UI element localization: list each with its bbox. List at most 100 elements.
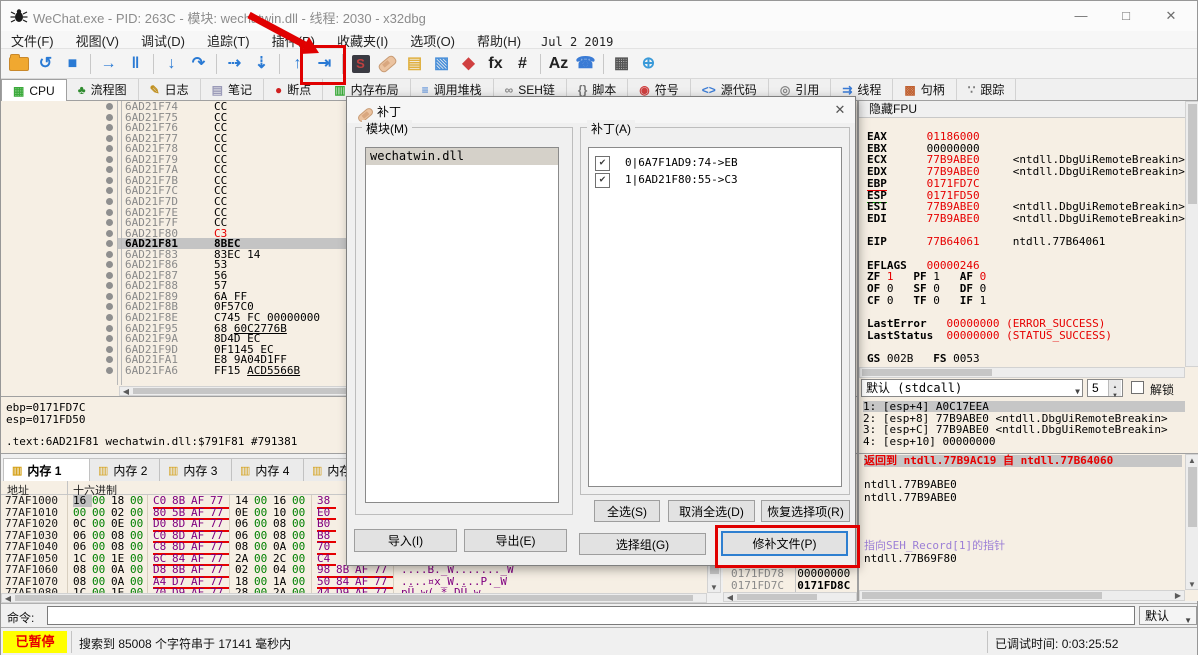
step-into-icon[interactable]: ↓ — [158, 51, 185, 77]
restore-selected-button[interactable]: 恢复选择项(R) — [761, 500, 850, 522]
labels-icon[interactable]: ▧ — [428, 51, 455, 77]
stack-info-line[interactable]: 指向SEH_Record[1]的指针 — [864, 540, 1182, 552]
patch-item[interactable]: ✔ 1|6AD21F80:55->C3 — [589, 171, 841, 188]
breakpoint-dot-icon[interactable] — [106, 314, 113, 321]
patch-checkbox[interactable]: ✔ — [595, 156, 610, 171]
tab-流程图[interactable]: ♣ 流程图 — [67, 79, 139, 100]
scroll-up-icon[interactable]: ▲ — [1187, 456, 1197, 465]
menu-item[interactable]: 选项(O) — [410, 31, 455, 50]
register-line[interactable]: ESI 77B9ABE0 <ntdll.DbgUiRemoteBreakin> — [867, 201, 1185, 212]
breakpoint-dot-icon[interactable] — [106, 113, 113, 121]
register-line[interactable]: EIP 77B64061 ntdll.77B64061 — [867, 236, 1105, 247]
step-over-icon[interactable]: ↷ — [185, 51, 212, 77]
menu-item[interactable]: 视图(V) — [76, 31, 119, 50]
select-all-button[interactable]: 全选(S) — [594, 500, 660, 522]
argument-line[interactable]: 1: [esp+4] A0C17EEA — [863, 401, 1185, 412]
breakpoint-dot-icon[interactable] — [106, 155, 113, 163]
scroll-left-icon[interactable]: ◀ — [3, 595, 13, 603]
breakpoint-dot-icon[interactable] — [106, 240, 113, 248]
register-line[interactable]: EDX 77B9ABE0 <ntdll.DbgUiRemoteBreakin> — [867, 166, 1185, 177]
stack-info-line[interactable]: ntdll.77B9ABE0 — [864, 491, 1182, 504]
spin-up-icon[interactable]: ▲ — [1108, 380, 1121, 391]
command-input[interactable] — [47, 606, 1135, 625]
patch-checkbox[interactable]: ✔ — [595, 173, 610, 188]
phone-icon[interactable]: ☎ — [572, 51, 599, 77]
scroll-down-icon[interactable]: ▼ — [1187, 580, 1197, 589]
register-line[interactable]: EAX 01186000 — [867, 131, 980, 142]
run-icon[interactable]: → — [95, 51, 122, 77]
tab-句柄[interactable]: ▩ 句柄 — [893, 79, 957, 100]
stack-info-vscrollbar[interactable]: ▲ ▼ — [1185, 454, 1198, 590]
breakpoint-dot-icon[interactable] — [106, 303, 113, 311]
register-line[interactable]: LastStatus 00000000 (STATUS_SUCCESS) — [867, 330, 1112, 341]
breakpoint-dot-icon[interactable] — [106, 271, 113, 279]
breakpoint-dot-icon[interactable] — [106, 282, 113, 290]
maximize-button[interactable]: □ — [1111, 5, 1141, 27]
breakpoint-dot-icon[interactable] — [106, 166, 113, 174]
register-line[interactable]: EFLAGS 00000246 — [867, 260, 980, 271]
deselect-all-button[interactable]: 取消全选(D) — [668, 500, 755, 522]
calculator-icon[interactable]: ▦ — [608, 51, 635, 77]
menu-item[interactable]: 文件(F) — [11, 31, 54, 50]
stack-row[interactable]: 0171FD7C 0171FD8C — [731, 580, 850, 591]
breakpoint-dot-icon[interactable] — [106, 335, 113, 343]
function-icon[interactable]: fx — [482, 51, 509, 77]
patch-item[interactable]: ✔ 0|6A7F1AD9:74->EB — [589, 154, 841, 171]
breakpoint-dot-icon[interactable] — [106, 134, 113, 142]
patch-icon[interactable] — [374, 51, 401, 77]
modules-list[interactable]: wechatwin.dll — [365, 147, 559, 503]
register-line[interactable]: GS 002B FS 0053 — [867, 353, 980, 364]
comments-icon[interactable]: ▤ — [401, 51, 428, 77]
stack-info-hscroll-thumb[interactable] — [862, 592, 1102, 599]
dialog-close-icon[interactable]: ✕ — [829, 101, 851, 119]
hide-fpu-button[interactable]: 隐藏FPU — [859, 101, 1185, 118]
minimize-button[interactable]: — — [1066, 5, 1096, 27]
stack-info-vscroll-thumb[interactable] — [1188, 467, 1197, 527]
spin-down-icon[interactable]: ▼ — [1108, 388, 1121, 399]
stack-info-line[interactable]: ntdll.77B9ABE0 — [864, 479, 1182, 491]
breakpoint-dot-icon[interactable] — [106, 366, 113, 374]
register-line[interactable]: OF 0 SF 0 DF 0 — [867, 283, 986, 294]
unlock-checkbox[interactable] — [1131, 381, 1144, 394]
register-line[interactable]: EBX 00000000 — [867, 143, 980, 154]
breakpoint-dot-icon[interactable] — [106, 176, 113, 184]
breakpoint-dot-icon[interactable] — [106, 124, 113, 132]
strings-icon[interactable]: Az — [545, 51, 572, 77]
pick-groups-button[interactable]: 选择组(G) — [579, 533, 706, 555]
breakpoint-dot-icon[interactable] — [106, 103, 113, 110]
register-line[interactable]: ESP 0171FD50 — [867, 188, 980, 203]
module-item[interactable]: wechatwin.dll — [366, 148, 558, 165]
tab-CPU[interactable]: ▦ CPU — [1, 79, 67, 103]
breakpoint-dot-icon[interactable] — [106, 324, 113, 332]
breakpoint-dot-icon[interactable] — [106, 219, 113, 227]
memory-hscrollbar[interactable]: ◀ — [1, 593, 707, 603]
menu-item[interactable]: 帮助(H) — [477, 31, 521, 50]
tab-日志[interactable]: ✎ 日志 — [139, 79, 201, 100]
calling-convention-select[interactable]: 默认 (stdcall) ▼ — [861, 379, 1083, 397]
hash-icon[interactable]: # — [509, 51, 536, 77]
stack-hscroll-thumb[interactable] — [737, 594, 817, 600]
register-line[interactable]: LastError 00000000 (ERROR_SUCCESS) — [867, 318, 1105, 329]
memory-tab-1[interactable]: ▥ 内存 1 — [3, 458, 103, 482]
stop-icon[interactable]: ■ — [59, 51, 86, 77]
restart-icon[interactable]: ↺ — [32, 51, 59, 77]
argument-count-stepper[interactable]: 5 ▲ ▼ — [1087, 379, 1123, 399]
register-line[interactable]: EDI 77B9ABE0 <ntdll.DbgUiRemoteBreakin> — [867, 213, 1185, 224]
scroll-right-icon[interactable]: ▶ — [1173, 592, 1183, 600]
pause-icon[interactable]: ‖ — [122, 51, 149, 77]
scroll-down-icon[interactable]: ▼ — [709, 583, 719, 592]
scylla-plugin-icon[interactable]: S — [347, 51, 374, 77]
export-button[interactable]: 导出(E) — [464, 529, 567, 552]
tab-笔记[interactable]: ▤ 笔记 — [201, 79, 265, 100]
registers-vscroll-thumb[interactable] — [1188, 104, 1197, 204]
tab-跟踪[interactable]: ∵ 跟踪 — [957, 79, 1017, 100]
stack-row[interactable]: 0171FD78 00000000 — [731, 568, 850, 579]
breakpoint-dot-icon[interactable] — [106, 145, 113, 153]
breakpoint-dot-icon[interactable] — [106, 261, 113, 269]
breakpoint-dot-icon[interactable] — [106, 345, 113, 353]
globe-icon[interactable]: ⊕ — [635, 51, 662, 77]
argument-line[interactable]: 2: [esp+8] 77B9ABE0 <ntdll.DbgUiRemoteBr… — [863, 413, 1185, 424]
menu-item[interactable]: 调试(D) — [141, 31, 185, 50]
close-button[interactable]: ✕ — [1156, 5, 1186, 27]
breakpoint-dot-icon[interactable] — [106, 208, 113, 216]
